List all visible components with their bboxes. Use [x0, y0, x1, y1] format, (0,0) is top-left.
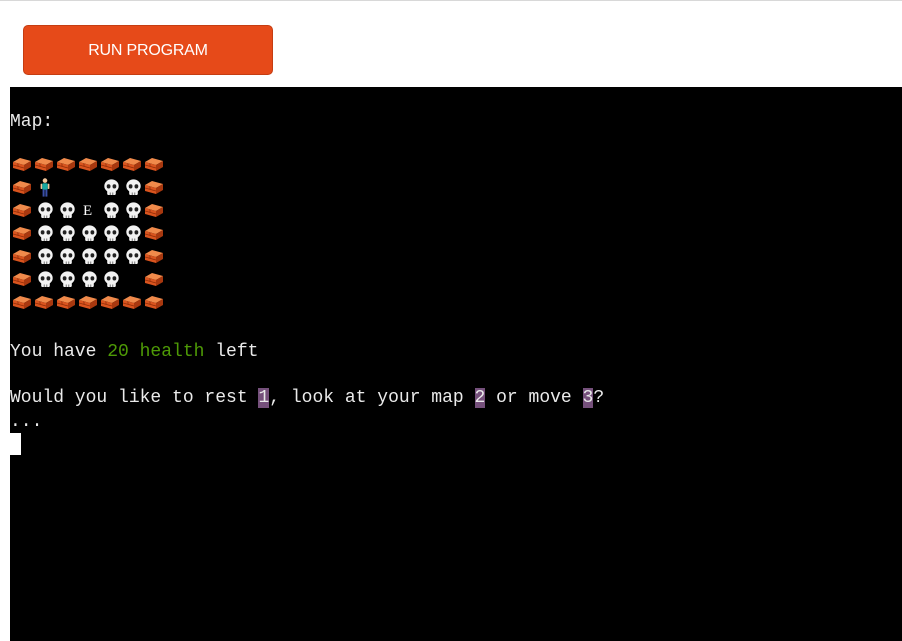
brick-icon: [122, 153, 144, 176]
empty-tile: [122, 268, 144, 291]
skull-icon: [100, 222, 122, 245]
empty-tile: [56, 176, 78, 199]
brick-icon: [12, 291, 34, 314]
brick-icon: [34, 153, 56, 176]
health-suffix: left: [204, 342, 259, 362]
dungeon-map: E: [12, 153, 166, 314]
option-rest: 1: [258, 388, 270, 408]
brick-icon: [12, 245, 34, 268]
option-move: 3: [582, 388, 594, 408]
health-line: You have 20 health left: [10, 340, 258, 364]
prompt-text-4: ?: [593, 388, 605, 408]
skull-icon: [56, 199, 78, 222]
person-icon: [34, 176, 56, 199]
empty-tile: [78, 176, 100, 199]
skull-icon: [100, 199, 122, 222]
brick-icon: [78, 153, 100, 176]
brick-icon: [100, 291, 122, 314]
skull-icon: [56, 268, 78, 291]
skull-icon: [100, 176, 122, 199]
brick-icon: [56, 153, 78, 176]
skull-icon: [122, 199, 144, 222]
brick-icon: [12, 268, 34, 291]
map-letter: E: [83, 203, 93, 219]
brick-icon: [12, 153, 34, 176]
brick-icon: [144, 268, 166, 291]
prompt-text-2: , look at your map: [269, 388, 475, 408]
brick-icon: [144, 176, 166, 199]
input-ellipsis: ...: [10, 412, 43, 432]
brick-icon: [12, 222, 34, 245]
brick-icon: [78, 291, 100, 314]
brick-icon: [100, 153, 122, 176]
skull-icon: [56, 245, 78, 268]
skull-icon: [122, 245, 144, 268]
skull-icon: [34, 245, 56, 268]
option-map: 2: [474, 388, 486, 408]
skull-icon: [100, 245, 122, 268]
brick-icon: [144, 291, 166, 314]
terminal-cursor[interactable]: [10, 433, 21, 455]
skull-icon: [56, 222, 78, 245]
top-divider: [0, 0, 902, 1]
terminal-output[interactable]: Map: E You have 20 health left Would you…: [10, 87, 902, 641]
brick-icon: [144, 153, 166, 176]
brick-icon: [144, 245, 166, 268]
skull-icon: [34, 268, 56, 291]
action-prompt: Would you like to rest 1, look at your m…: [10, 386, 604, 410]
brick-icon: [12, 176, 34, 199]
health-value: 20 health: [107, 342, 205, 362]
skull-icon: [78, 222, 100, 245]
map-label: Map:: [10, 112, 54, 132]
skull-icon: [122, 176, 144, 199]
brick-icon: [34, 291, 56, 314]
skull-icon: [34, 222, 56, 245]
skull-icon: [122, 222, 144, 245]
brick-icon: [122, 291, 144, 314]
brick-icon: [12, 199, 34, 222]
brick-icon: [56, 291, 78, 314]
skull-icon: [100, 268, 122, 291]
brick-icon: [144, 222, 166, 245]
prompt-text-1: Would you like to rest: [10, 388, 259, 408]
map-letter-tile: E: [78, 199, 100, 222]
brick-icon: [144, 199, 166, 222]
run-program-button[interactable]: RUN PROGRAM: [23, 25, 273, 75]
skull-icon: [78, 268, 100, 291]
health-prefix: You have: [10, 342, 108, 362]
skull-icon: [78, 245, 100, 268]
skull-icon: [34, 199, 56, 222]
prompt-text-3: or move: [485, 388, 583, 408]
